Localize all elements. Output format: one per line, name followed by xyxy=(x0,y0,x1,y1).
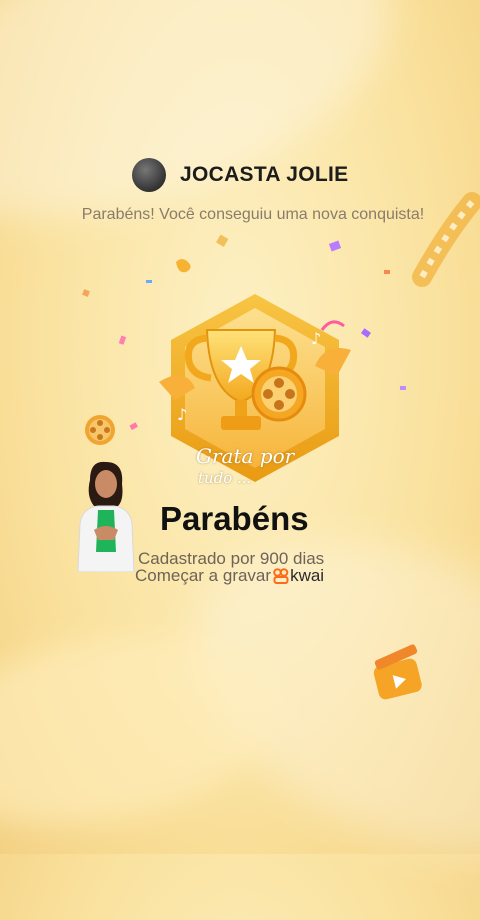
profile-photo-sticker xyxy=(77,461,135,572)
sticker-text: Grata por tudo ... xyxy=(196,445,294,489)
kwai-logo-icon xyxy=(273,568,289,584)
user-header: JOCASTA JOLIE xyxy=(132,158,348,192)
sticker-text-line1: Grata por xyxy=(196,444,295,468)
achievement-subtitle: Parabéns! Você conseguiu uma nova conqui… xyxy=(81,206,425,223)
username: JOCASTA JOLIE xyxy=(180,163,349,186)
sticker-text-line2: tudo ... xyxy=(198,469,252,487)
start-recording-text[interactable]: Começar a gravar xyxy=(135,566,271,586)
avatar[interactable] xyxy=(132,158,166,192)
start-recording-row[interactable]: Começar a gravar kwai xyxy=(135,566,324,586)
svg-text:♪: ♪ xyxy=(177,405,187,424)
congrats-title: Parabéns xyxy=(160,500,309,537)
kwai-brand-text: kwai xyxy=(290,566,325,585)
kwai-logo: kwai xyxy=(273,566,324,586)
svg-text:♪: ♪ xyxy=(311,329,321,348)
